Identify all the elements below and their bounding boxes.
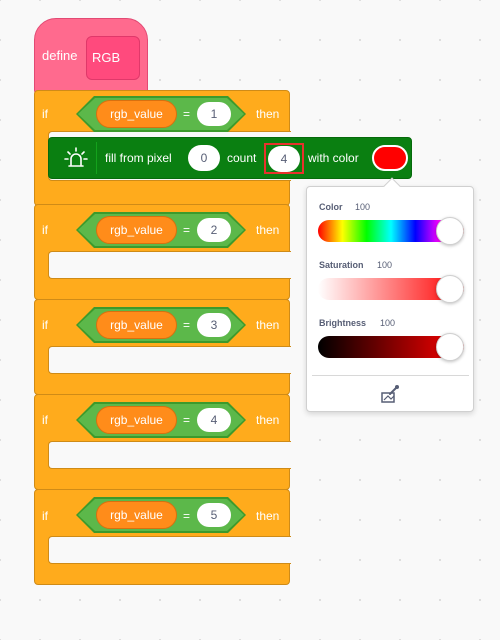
saturation-slider-knob[interactable] (436, 275, 464, 303)
equals-operator: = (183, 107, 191, 121)
fill-text-1: fill from pixel (105, 151, 172, 165)
then-label: then (256, 107, 280, 121)
saturation-label: Saturation (319, 260, 364, 270)
count-input[interactable]: 4 (268, 146, 300, 172)
if-label: if (42, 107, 48, 121)
then-label: then (256, 509, 280, 523)
then-label: then (256, 318, 280, 332)
color-value: 100 (355, 202, 371, 212)
rgb-value-reporter[interactable]: rgb_value (96, 216, 177, 244)
then-label: then (256, 413, 280, 427)
equals-operator: = (183, 223, 191, 237)
popup-divider (312, 375, 469, 376)
if-label: if (42, 223, 48, 237)
rgb-value-reporter[interactable]: rgb_value (96, 406, 177, 434)
fill-text-2: count (227, 151, 257, 165)
brightness-value: 100 (380, 318, 396, 328)
led-light-icon (64, 147, 88, 167)
define-keyword: define (42, 48, 78, 63)
rgb-value-reporter[interactable]: rgb_value (96, 501, 177, 529)
if-block-3-mouth (48, 346, 291, 374)
equals-operator: = (183, 318, 191, 332)
color-slider-knob[interactable] (436, 217, 464, 245)
saturation-value: 100 (377, 260, 393, 270)
brightness-label: Brightness (319, 318, 367, 328)
rgb-value-reporter[interactable]: rgb_value (96, 311, 177, 339)
block-separator (96, 142, 97, 174)
color-swatch-input[interactable] (372, 145, 408, 171)
condition-value-input[interactable]: 3 (197, 313, 231, 337)
pixel-input[interactable]: 0 (188, 145, 220, 171)
fill-text-3: with color (308, 151, 359, 165)
if-block-5-mouth (48, 536, 291, 564)
eyedropper-icon[interactable] (380, 384, 400, 404)
condition-value-input[interactable]: 2 (197, 218, 231, 242)
if-label: if (42, 318, 48, 332)
then-label: then (256, 223, 280, 237)
color-label: Color (319, 202, 343, 212)
condition-value-input[interactable]: 5 (197, 503, 231, 527)
if-block-2-mouth (48, 251, 291, 279)
if-block-4-mouth (48, 441, 291, 469)
if-label: if (42, 413, 48, 427)
if-label: if (42, 509, 48, 523)
define-name-text: RGB (92, 50, 121, 65)
brightness-slider-knob[interactable] (436, 333, 464, 361)
condition-value-input[interactable]: 4 (197, 408, 231, 432)
rgb-value-reporter[interactable]: rgb_value (96, 100, 177, 128)
equals-operator: = (183, 413, 191, 427)
equals-operator: = (183, 509, 191, 523)
condition-value-input[interactable]: 1 (197, 102, 231, 126)
